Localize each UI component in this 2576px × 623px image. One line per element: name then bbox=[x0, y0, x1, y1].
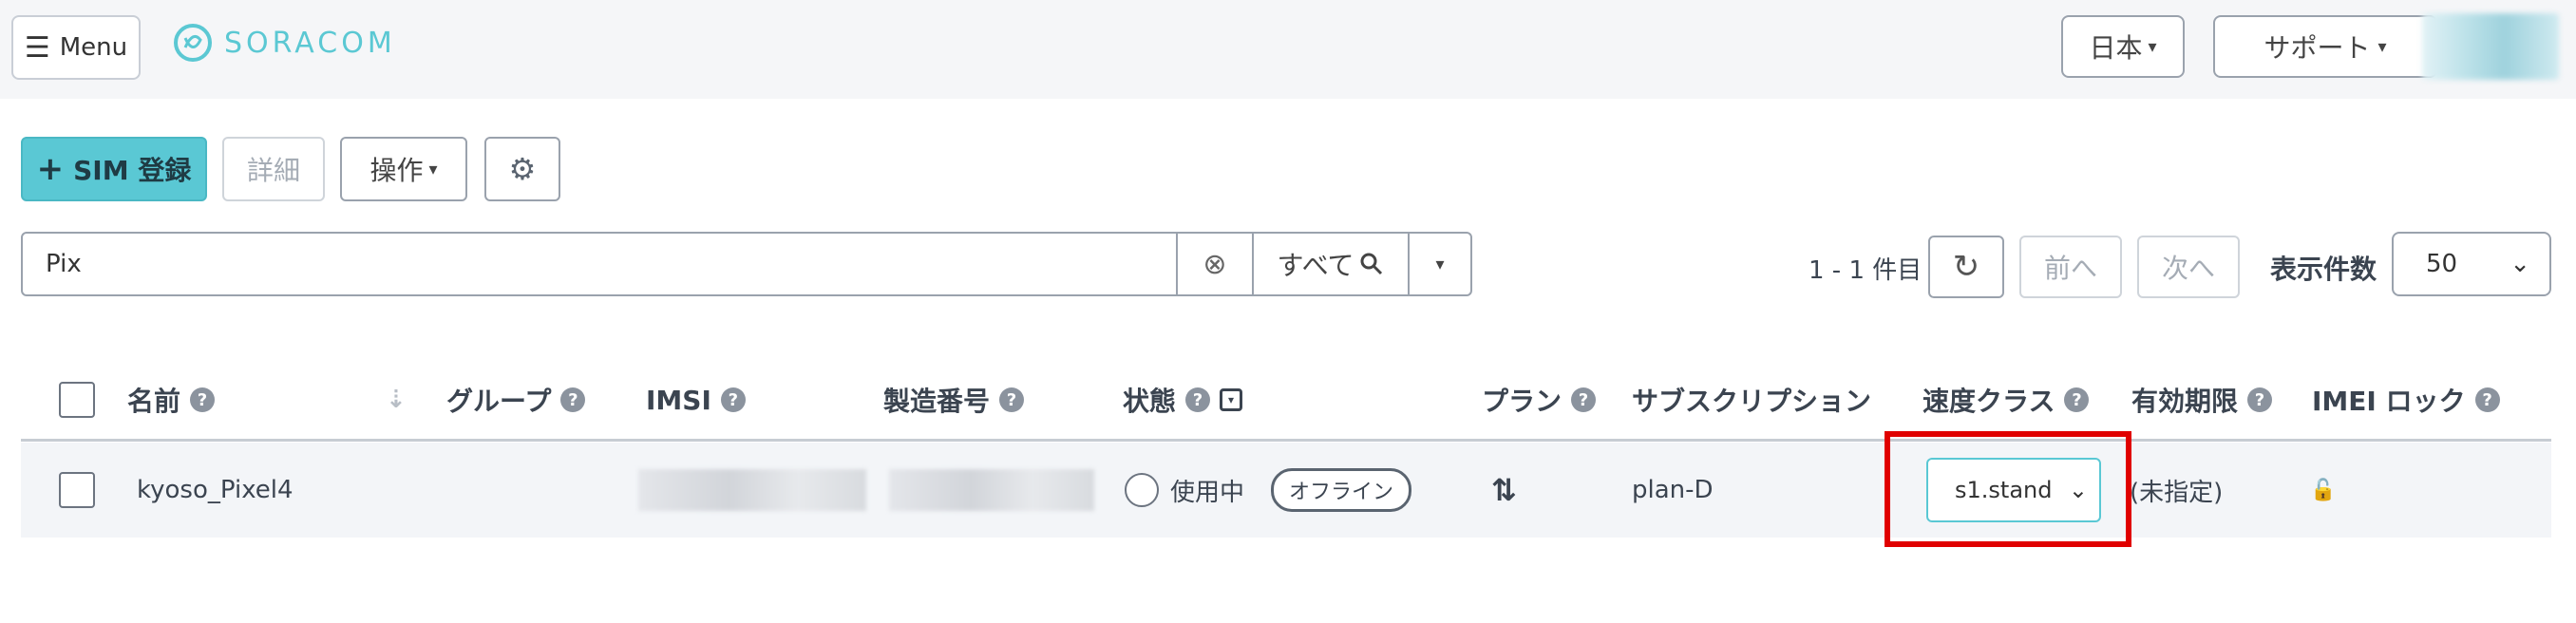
support-label: サポート bbox=[2263, 32, 2371, 64]
caret-down-icon: ▾ bbox=[428, 159, 438, 179]
row-name: kyoso_Pixel4 bbox=[137, 476, 294, 504]
row-expiry: (未指定) bbox=[2130, 478, 2224, 507]
help-icon[interactable]: ? bbox=[1185, 387, 1211, 412]
clear-search-button[interactable]: ⊗ bbox=[1176, 234, 1252, 294]
help-icon[interactable]: ? bbox=[2247, 387, 2273, 412]
help-icon[interactable]: ? bbox=[560, 387, 586, 412]
filter-icon[interactable]: ▾ bbox=[1220, 388, 1243, 411]
next-label: 次へ bbox=[2161, 253, 2215, 284]
brand-name: SORACOM bbox=[224, 26, 396, 60]
help-icon[interactable]: ? bbox=[1571, 387, 1597, 412]
detail-label: 詳細 bbox=[246, 155, 300, 186]
next-page-button[interactable]: 次へ bbox=[2137, 236, 2240, 298]
search-icon bbox=[1360, 253, 1383, 275]
column-name[interactable]: 名前 ? bbox=[127, 359, 216, 441]
per-page-value: 50 bbox=[2426, 250, 2458, 278]
search-scope-button[interactable]: すべて bbox=[1252, 234, 1408, 294]
table-row[interactable]: kyoso_Pixel4 使用中 オフライン ⇅ plan-D s1.stand… bbox=[21, 443, 2551, 538]
help-icon[interactable]: ? bbox=[190, 387, 216, 412]
column-status-label: 状態 bbox=[1123, 386, 1177, 417]
column-plan-label: プラン bbox=[1482, 386, 1563, 417]
search-scope-label: すべて bbox=[1277, 250, 1354, 281]
row-serial-redacted bbox=[889, 443, 1094, 538]
row-status-label: 使用中 bbox=[1170, 478, 1245, 507]
column-serial[interactable]: 製造番号 ? bbox=[883, 359, 1025, 441]
help-icon[interactable]: ? bbox=[720, 387, 746, 412]
menu-button[interactable]: ☰ Menu bbox=[11, 15, 141, 80]
column-expiry-label: 有効期限 bbox=[2131, 386, 2239, 417]
search-options-dropdown[interactable]: ▾ bbox=[1408, 234, 1470, 294]
help-icon[interactable]: ? bbox=[2474, 387, 2500, 412]
sort-icon[interactable]: ⇣ bbox=[386, 386, 407, 414]
language-dropdown[interactable]: 日本 ▾ bbox=[2061, 15, 2185, 78]
up-down-arrows-icon: ⇅ bbox=[1491, 472, 1517, 508]
caret-down-icon: ▾ bbox=[2148, 36, 2157, 57]
detail-button[interactable]: 詳細 bbox=[222, 137, 325, 201]
select-all-checkbox[interactable] bbox=[59, 382, 95, 418]
menu-label: Menu bbox=[59, 33, 128, 62]
caret-down-icon: ▾ bbox=[2377, 36, 2387, 57]
column-imei-lock-label: IMEI ロック bbox=[2312, 386, 2466, 417]
column-subscription[interactable]: サブスクリプション bbox=[1632, 359, 1871, 441]
row-imei-lock: 🔓 bbox=[2310, 443, 2336, 538]
column-serial-label: 製造番号 bbox=[883, 386, 991, 417]
per-page-label: 表示件数 bbox=[2270, 254, 2377, 285]
column-plan[interactable]: プラン ? bbox=[1482, 359, 1597, 441]
row-status: 使用中 オフライン bbox=[1125, 443, 1412, 538]
column-subscription-label: サブスクリプション bbox=[1632, 386, 1872, 417]
per-page-select[interactable]: 50 ⌄ bbox=[2392, 232, 2551, 296]
help-icon[interactable]: ? bbox=[2064, 387, 2090, 412]
gear-icon: ⚙ bbox=[508, 151, 537, 187]
brand-logo[interactable]: SORACOM bbox=[173, 23, 396, 63]
column-imei-lock[interactable]: IMEI ロック ? bbox=[2312, 359, 2500, 441]
soracom-logo-icon bbox=[174, 24, 212, 62]
column-imsi-label: IMSI bbox=[646, 384, 711, 416]
refresh-icon: ↻ bbox=[1952, 248, 1980, 286]
chevron-down-icon: ⌄ bbox=[2510, 250, 2530, 278]
support-dropdown[interactable]: サポート ▾ bbox=[2213, 15, 2437, 78]
row-checkbox-cell bbox=[59, 443, 95, 538]
status-indicator-icon bbox=[1125, 473, 1159, 507]
search-input[interactable] bbox=[23, 234, 1176, 294]
row-subscription: plan-D bbox=[1632, 476, 1714, 504]
top-header: ☰ Menu SORACOM 日本 ▾ サポート ▾ bbox=[0, 0, 2576, 99]
user-account-blurred[interactable] bbox=[2422, 13, 2559, 80]
caret-down-icon: ▾ bbox=[1435, 254, 1445, 274]
sort-icon-cell: ⇣ bbox=[386, 359, 407, 441]
column-group-label: グループ bbox=[446, 386, 552, 417]
prev-label: 前へ bbox=[2043, 253, 2097, 284]
select-all-checkbox-cell bbox=[59, 359, 95, 441]
table-header: 名前 ? ⇣ グループ ? IMSI ? 製造番号 ? 状態 ? ▾ プラン ?… bbox=[21, 359, 2551, 441]
help-icon[interactable]: ? bbox=[999, 387, 1025, 412]
plus-icon: + bbox=[36, 150, 65, 188]
prev-page-button[interactable]: 前へ bbox=[2019, 236, 2122, 298]
operations-dropdown[interactable]: 操作 ▾ bbox=[340, 137, 467, 201]
header-divider bbox=[21, 439, 2551, 442]
online-status-badge: オフライン bbox=[1271, 468, 1412, 512]
column-group[interactable]: グループ ? bbox=[446, 359, 586, 441]
column-speed-class[interactable]: 速度クラス ? bbox=[1923, 359, 2090, 441]
column-name-label: 名前 bbox=[127, 386, 181, 417]
redacted-serial bbox=[889, 469, 1094, 511]
column-imsi[interactable]: IMSI ? bbox=[646, 359, 746, 441]
result-count: 1 - 1 件目 bbox=[1809, 256, 1923, 285]
column-expiry[interactable]: 有効期限 ? bbox=[2131, 359, 2273, 441]
refresh-button[interactable]: ↻ bbox=[1928, 236, 2004, 298]
row-imsi-redacted bbox=[638, 443, 866, 538]
row-checkbox[interactable] bbox=[59, 472, 95, 508]
sim-register-label: SIM 登録 bbox=[73, 155, 192, 186]
column-status[interactable]: 状態 ? ▾ bbox=[1123, 359, 1243, 441]
hamburger-icon: ☰ bbox=[24, 30, 50, 65]
highlight-box bbox=[1885, 431, 2131, 547]
column-speed-class-label: 速度クラス bbox=[1923, 386, 2055, 417]
settings-button[interactable]: ⚙ bbox=[484, 137, 560, 201]
unlock-icon[interactable]: 🔓 bbox=[2310, 479, 2336, 502]
language-label: 日本 bbox=[2089, 32, 2143, 64]
clear-icon: ⊗ bbox=[1203, 247, 1227, 281]
redacted-imsi bbox=[638, 469, 866, 511]
operations-label: 操作 bbox=[369, 155, 424, 186]
row-plan: ⇅ bbox=[1491, 443, 1517, 538]
sim-register-button[interactable]: + SIM 登録 bbox=[21, 137, 207, 201]
search-bar: ⊗ すべて ▾ bbox=[21, 232, 1472, 296]
